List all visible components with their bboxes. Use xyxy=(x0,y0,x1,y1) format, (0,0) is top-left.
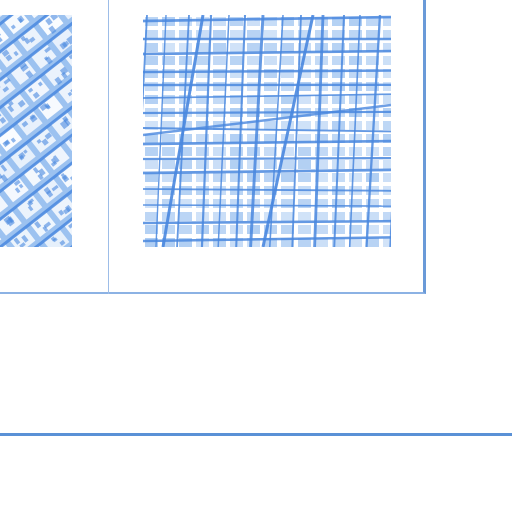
section-separator xyxy=(0,433,512,436)
aerial-city-thumbnail[interactable] xyxy=(0,15,72,247)
street-grid-thumbnail[interactable] xyxy=(143,15,391,247)
aerial-city-image xyxy=(0,15,72,247)
gallery-divider xyxy=(108,0,109,294)
street-grid-image xyxy=(143,15,391,247)
